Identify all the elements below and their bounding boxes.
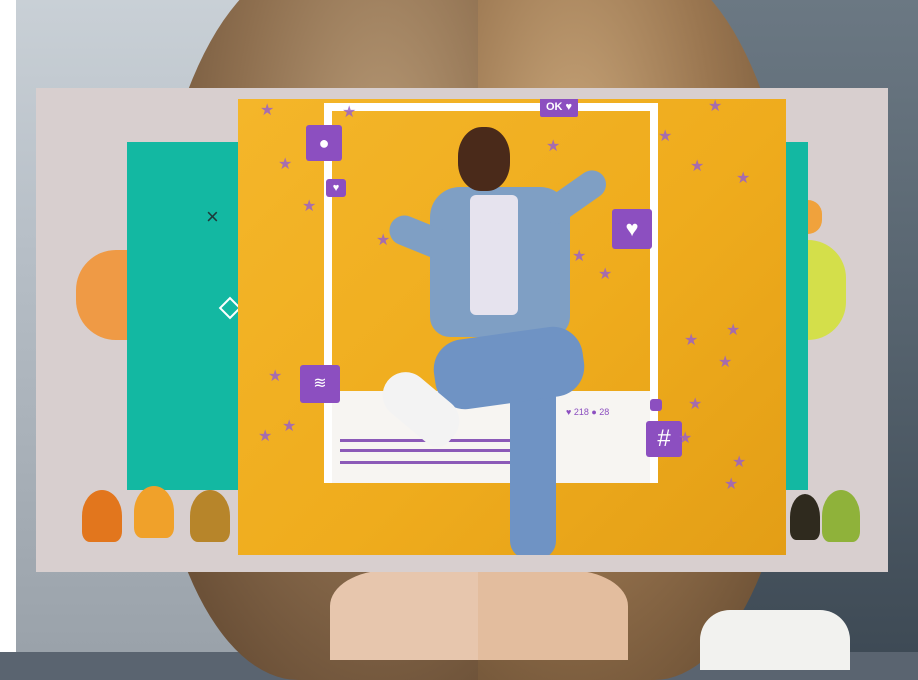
- heart-icon: ♥: [326, 179, 346, 197]
- small-square-icon: [650, 399, 662, 411]
- star-icon: ★: [736, 170, 751, 187]
- star-icon: ★: [598, 266, 613, 283]
- star-icon: ★: [278, 156, 293, 173]
- silhouette-head-icon: [82, 490, 122, 542]
- wifi-icon: ≋: [300, 365, 340, 403]
- star-icon: ★: [282, 418, 297, 435]
- person-shirt: [470, 195, 518, 315]
- neck-right: [478, 570, 628, 660]
- silhouette-head-icon: [822, 490, 860, 542]
- star-icon: ★: [342, 104, 357, 121]
- star-icon: ★: [258, 428, 273, 445]
- shirt-right: [700, 610, 850, 670]
- star-icon: ★: [684, 332, 699, 349]
- neck-left: [330, 570, 478, 660]
- star-icon: ★: [732, 454, 747, 471]
- star-icon: ★: [726, 322, 741, 339]
- star-icon: ★: [658, 128, 673, 145]
- star-icon: ★: [260, 102, 275, 119]
- heart-icon: ♥: [612, 209, 652, 249]
- person-head: [458, 127, 510, 191]
- star-icon: ★: [268, 368, 283, 385]
- star-icon: ★: [572, 248, 587, 265]
- silhouette-head-icon: [134, 486, 174, 538]
- silhouette-head-icon: [190, 490, 230, 542]
- left-border: [0, 0, 16, 652]
- hashtag-icon: #: [646, 421, 682, 457]
- star-icon: ★: [718, 354, 733, 371]
- speech-bubble-icon: ●: [306, 125, 342, 161]
- star-icon: ★: [690, 158, 705, 175]
- social-photo-card: OK ♥ ● ♥ ♥ ≋ # ♥ 218 ● 28 ★ ★ ★ ★ ★ ★ ★ …: [238, 99, 786, 555]
- person-leg: [510, 379, 556, 555]
- x-icon: ×: [206, 204, 219, 229]
- star-icon: ★: [546, 138, 561, 155]
- star-icon: ★: [678, 430, 693, 447]
- star-icon: ★: [302, 198, 317, 215]
- star-icon: ★: [724, 476, 739, 493]
- star-icon: ★: [688, 396, 703, 413]
- star-icon: ★: [708, 99, 723, 115]
- ok-like-tag: OK ♥: [540, 99, 579, 117]
- star-icon: ★: [376, 232, 391, 249]
- silhouette-head-icon: [790, 494, 820, 540]
- likes-counter: ♥ 218 ● 28: [566, 407, 610, 417]
